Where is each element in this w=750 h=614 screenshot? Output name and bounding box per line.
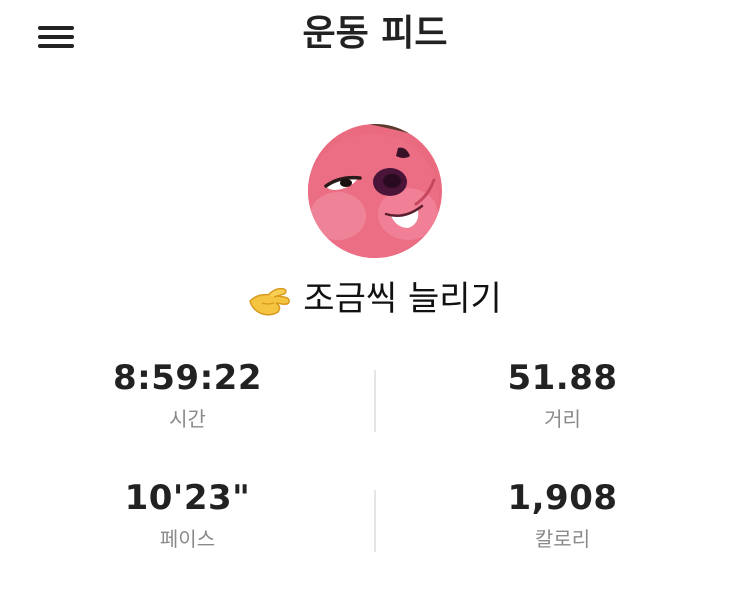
distance-label: 거리 [544, 407, 581, 431]
pace-value: 10'23" [124, 478, 251, 518]
profile-name-row: 조금씩 늘리기 [0, 274, 750, 322]
time-value: 8:59:22 [113, 358, 262, 398]
stat-distance: 51.88 거리 [375, 358, 750, 432]
stat-calories: 1,908 칼로리 [375, 478, 750, 552]
stat-time: 8:59:22 시간 [0, 358, 375, 432]
avatar[interactable] [308, 124, 442, 258]
pace-label: 페이스 [159, 527, 216, 551]
page-title: 운동 피드 [302, 13, 448, 54]
calories-label: 칼로리 [534, 527, 591, 551]
profile-name: 조금씩 늘리기 [303, 278, 502, 319]
profile-name-group: 조금씩 늘리기 [248, 274, 502, 323]
time-label: 시간 [169, 407, 206, 431]
calories-value: 1,908 [507, 478, 618, 518]
header: 운동 피드 [0, 0, 750, 70]
pinching-hand-icon [249, 287, 291, 315]
distance-value: 51.88 [507, 358, 618, 398]
avatar-image [308, 124, 442, 258]
stat-pace: 10'23" 페이스 [0, 478, 375, 552]
